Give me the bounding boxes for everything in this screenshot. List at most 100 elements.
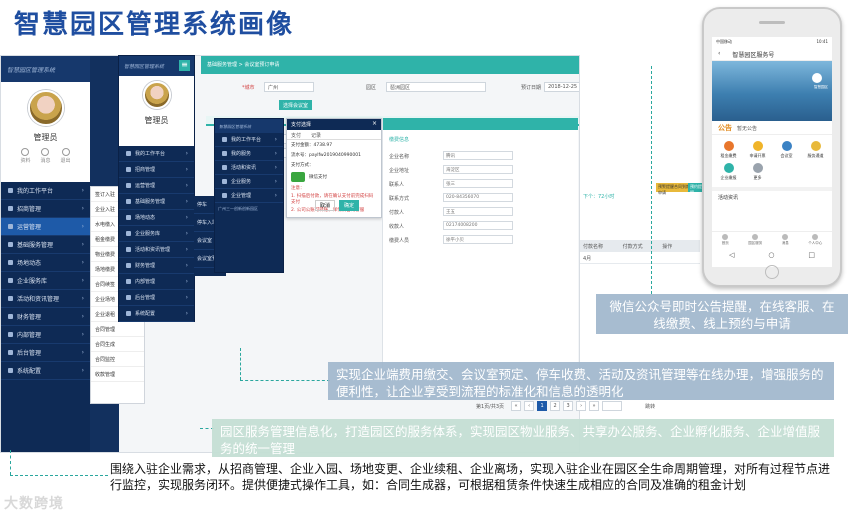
- tab-icon: [812, 234, 819, 240]
- service-tile[interactable]: 更多: [745, 163, 770, 181]
- back-nav-icon[interactable]: ◁: [729, 251, 734, 265]
- payment-dialog: 支付选择 × 支付 记录 支付金额：4738.97 流水号：paylfw2019…: [286, 118, 382, 218]
- home-nav-icon[interactable]: ○: [768, 251, 774, 265]
- tab-item[interactable]: 个人中心: [808, 232, 822, 249]
- submenu-item[interactable]: 合同监控: [91, 352, 144, 367]
- city-select[interactable]: 广州: [264, 82, 314, 92]
- service-tile[interactable]: 申请开票: [745, 141, 770, 159]
- select-room-button[interactable]: 选择会议室: [279, 100, 313, 110]
- hamburger-icon[interactable]: ≡: [179, 60, 190, 71]
- tab-item[interactable]: 消息: [782, 232, 789, 249]
- sidebar-item[interactable]: 活动和资讯管理 ›: [1, 290, 90, 308]
- form-input[interactable]: 02174008200: [443, 221, 513, 230]
- sidebar-item[interactable]: 企业服务库 ›: [119, 226, 194, 242]
- chevron-right-icon: ›: [185, 246, 188, 253]
- chevron-right-icon: ›: [274, 136, 277, 143]
- table-row[interactable]: 4月: [580, 252, 700, 264]
- submenu-item[interactable]: 合同生成: [91, 337, 144, 352]
- tab-payment-info[interactable]: 缴费信息: [383, 130, 578, 149]
- avatar[interactable]: [27, 90, 64, 126]
- service-tile[interactable]: 服务通道: [803, 141, 828, 159]
- banner-image[interactable]: 智慧园区: [712, 61, 832, 121]
- sidebar-item-label: 活动和资讯管理: [135, 247, 171, 253]
- profile-tool[interactable]: 退出: [61, 148, 71, 164]
- close-icon[interactable]: ×: [372, 120, 377, 127]
- sidebar-item[interactable]: 我的工作平台 ›: [215, 133, 283, 147]
- sidebar-item[interactable]: 财务管理 ›: [119, 258, 194, 274]
- date-input[interactable]: 2018-12-25: [544, 82, 579, 92]
- tab-item[interactable]: 首页: [722, 232, 729, 249]
- tab-record[interactable]: 记录: [311, 132, 321, 139]
- form-input[interactable]: 海淀区: [443, 165, 513, 174]
- sidebar-item[interactable]: 活动和资讯管理 ›: [119, 242, 194, 258]
- sidebar-item[interactable]: 招商管理 ›: [1, 200, 90, 218]
- sidebar-item[interactable]: 招商管理 ›: [119, 162, 194, 178]
- page-last[interactable]: »: [589, 401, 600, 411]
- sidebar-item[interactable]: 我的工作平台 ›: [119, 146, 194, 162]
- sidebar-brand: 智慧园区管理系统 ≡: [119, 56, 194, 76]
- date-label: 预订日期: [521, 85, 542, 91]
- confirm-button[interactable]: 确定: [339, 200, 360, 211]
- wechat-option[interactable]: 微信支付: [287, 170, 381, 184]
- sidebar-item[interactable]: 后台管理 ›: [119, 290, 194, 306]
- sidebar-item[interactable]: 系统配置 ›: [119, 306, 194, 322]
- sidebar-item[interactable]: 内部管理 ›: [119, 274, 194, 290]
- sidebar-item[interactable]: 企业服务 ›: [215, 175, 283, 189]
- notice-bar[interactable]: 公告 暂无公告: [712, 121, 832, 135]
- cancel-button[interactable]: 取消: [315, 200, 336, 211]
- sidebar-item[interactable]: 基础服务管理 ›: [1, 236, 90, 254]
- tab-item[interactable]: 园区服务: [748, 232, 762, 249]
- service-tile[interactable]: 会议室: [774, 141, 799, 159]
- page-first[interactable]: «: [511, 401, 522, 411]
- park-select[interactable]: 琶洲园区: [386, 82, 486, 92]
- sidebar-item[interactable]: 内部管理 ›: [1, 326, 90, 344]
- form-input[interactable]: 徐平小贝: [443, 235, 513, 244]
- submenu-item[interactable]: 合同管理: [91, 322, 144, 337]
- service-grid: 租金缴费 申请开票 会议室 服务通道企业缴报 更多: [712, 135, 832, 187]
- sidebar-item[interactable]: 场地动态 ›: [119, 210, 194, 226]
- nav-title: 智慧园区服务号: [732, 52, 775, 59]
- profile-tool[interactable]: 资料: [20, 148, 30, 164]
- status-bar: 中国移动 10:41: [716, 39, 828, 44]
- home-button[interactable]: [765, 265, 779, 279]
- sidebar-item[interactable]: 活动和资讯 ›: [215, 161, 283, 175]
- profile-tools: 资料 消息 退出: [20, 148, 71, 164]
- page-2[interactable]: 2: [550, 401, 561, 411]
- back-icon[interactable]: ‹: [718, 50, 720, 57]
- form-input[interactable]: 王五: [443, 207, 513, 216]
- sidebar-item[interactable]: 运营管理 ›: [1, 218, 90, 236]
- form-row: 联系人 张三: [383, 177, 578, 191]
- service-tile[interactable]: 租金缴费: [716, 141, 741, 159]
- sidebar-item[interactable]: 系统配置 ›: [1, 362, 90, 380]
- sidebar-item[interactable]: 运营管理 ›: [119, 178, 194, 194]
- profile-tool[interactable]: 消息: [40, 148, 51, 164]
- service-icon: [723, 141, 734, 151]
- page-3[interactable]: 3: [563, 401, 574, 411]
- sidebar-item[interactable]: 后台管理 ›: [1, 344, 90, 362]
- page-jump-input[interactable]: [602, 401, 623, 411]
- sidebar-menu: 我的工作平台 › 招商管理 › 运营管理 › 基础服务管理 › 场地动态 › 企业服务库 › 活动和资讯…: [1, 182, 90, 380]
- form-input[interactable]: 020-84356070: [443, 193, 513, 202]
- sidebar-item[interactable]: 基础服务管理 ›: [119, 194, 194, 210]
- sidebar-item[interactable]: 我的服务 ›: [215, 147, 283, 161]
- tab-pay[interactable]: 支付: [291, 132, 301, 139]
- submenu-item[interactable]: 收款管理: [91, 367, 144, 382]
- form-input[interactable]: 腾讯: [443, 151, 513, 160]
- sidebar-item[interactable]: 场地动态 ›: [1, 254, 90, 272]
- sidebar-item[interactable]: 企业管理 ›: [215, 189, 283, 203]
- dialog-tabs: 支付 记录: [287, 130, 381, 140]
- page-next[interactable]: ›: [576, 401, 587, 411]
- page-1[interactable]: 1: [537, 401, 548, 411]
- sidebar-item[interactable]: 我的工作平台 ›: [1, 182, 90, 200]
- sidebar-item[interactable]: 企业服务库 ›: [1, 272, 90, 290]
- watermark: 大数跨境: [4, 496, 64, 512]
- sidebar-item[interactable]: 财务管理 ›: [1, 308, 90, 326]
- page-jump-button[interactable]: 跳转: [645, 403, 655, 410]
- avatar[interactable]: [142, 81, 171, 109]
- service-tile[interactable]: 企业缴报: [716, 163, 741, 181]
- section-news[interactable]: 活动资讯: [712, 187, 832, 201]
- form-label: 企业名称: [389, 154, 410, 160]
- page-prev[interactable]: ‹: [524, 401, 535, 411]
- form-input[interactable]: 张三: [443, 179, 513, 188]
- recent-nav-icon[interactable]: □: [808, 251, 815, 265]
